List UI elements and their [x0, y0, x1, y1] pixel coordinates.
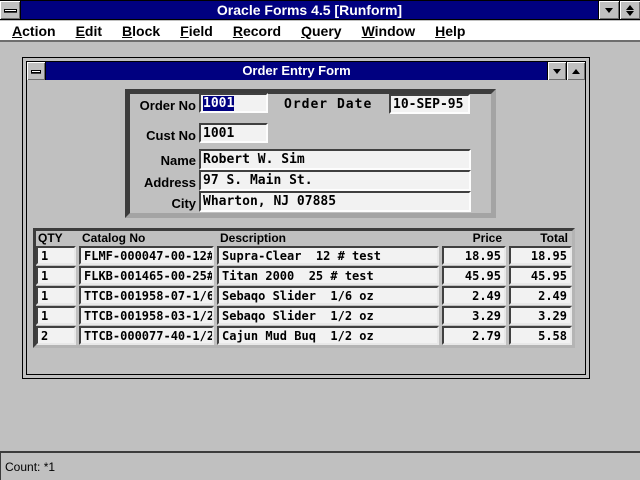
total-cell[interactable]: 3.29: [509, 306, 572, 325]
maximize-icon: [572, 69, 580, 74]
restore-up-icon: [626, 5, 634, 10]
city-field[interactable]: Wharton, NJ 07885: [199, 191, 471, 212]
menu-edit[interactable]: Edit: [66, 23, 112, 39]
name-value: Robert W. Sim: [203, 152, 305, 167]
app-titlebar[interactable]: Oracle Forms 4.5 [Runform]: [0, 1, 640, 20]
table-header-row: QTY Catalog No Description Price Total: [36, 231, 572, 245]
description-cell[interactable]: Titan 2000 25 # test: [217, 266, 439, 285]
restore-down-icon: [626, 11, 634, 16]
app-minimize-button[interactable]: [598, 1, 619, 19]
description-cell[interactable]: Sebaqo Slider 1/6 oz: [217, 286, 439, 305]
window-minimize-button[interactable]: [547, 62, 566, 80]
price-cell[interactable]: 3.29: [442, 306, 506, 325]
catalog-cell[interactable]: TTCB-001958-07-1/6: [79, 286, 214, 305]
application-window: Oracle Forms 4.5 [Runform] Action Edit B…: [0, 0, 640, 480]
menu-bar: Action Edit Block Field Record Query Win…: [0, 21, 640, 42]
cust-no-label: Cust No: [127, 128, 196, 143]
qty-cell[interactable]: 1: [36, 286, 76, 305]
table-row: 2 TTCB-000077-40-1/2 Cajun Mud Buq 1/2 o…: [36, 326, 572, 345]
total-cell[interactable]: 18.95: [509, 246, 572, 265]
catalog-cell[interactable]: TTCB-001958-03-1/2: [79, 306, 214, 325]
catalog-cell[interactable]: FLKB-001465-00-25#: [79, 266, 214, 285]
window-maximize-button[interactable]: [566, 62, 585, 80]
minimize-icon: [605, 8, 613, 13]
order-date-label: Order Date: [284, 97, 372, 112]
price-cell[interactable]: 2.49: [442, 286, 506, 305]
app-control-menu-button[interactable]: [0, 1, 21, 19]
qty-header: QTY: [36, 231, 76, 245]
qty-cell[interactable]: 2: [36, 326, 76, 345]
menu-block[interactable]: Block: [112, 23, 170, 39]
qty-cell[interactable]: 1: [36, 246, 76, 265]
cust-no-field[interactable]: 1001: [199, 123, 268, 143]
name-field[interactable]: Robert W. Sim: [199, 149, 471, 170]
status-bar: Count: *1: [0, 451, 640, 480]
order-entry-titlebar[interactable]: Order Entry Form: [27, 62, 585, 80]
address-value: 97 S. Main St.: [203, 173, 313, 188]
minimize-icon: [553, 69, 561, 74]
form-canvas: Order No 1001 Order Date 10-SEP-95 Cust …: [27, 80, 585, 374]
app-restore-button[interactable]: [619, 1, 640, 19]
order-no-label: Order No: [127, 98, 196, 113]
catalog-cell[interactable]: TTCB-000077-40-1/2: [79, 326, 214, 345]
catalog-header: Catalog No: [79, 231, 214, 245]
total-cell[interactable]: 2.49: [509, 286, 572, 305]
control-menu-icon: [4, 9, 17, 12]
table-row: 1 FLMF-000047-00-12# Supra-Clear 12 # te…: [36, 246, 572, 265]
window-title: Order Entry Form: [46, 62, 547, 80]
order-date-value: 10-SEP-95: [393, 97, 463, 112]
menu-window[interactable]: Window: [352, 23, 426, 39]
mdi-desktop: Order Entry Form Order No 1001 O: [0, 44, 640, 451]
app-title: Oracle Forms 4.5 [Runform]: [21, 1, 598, 19]
description-header: Description: [217, 231, 439, 245]
cust-no-value: 1001: [203, 126, 234, 141]
order-no-field[interactable]: 1001: [199, 93, 268, 113]
address-label: Address: [127, 175, 196, 190]
price-header: Price: [442, 231, 506, 245]
menu-field[interactable]: Field: [170, 23, 223, 39]
window-control-menu-button[interactable]: [27, 62, 46, 80]
record-count-status: Count: *1: [5, 460, 55, 474]
total-cell[interactable]: 45.95: [509, 266, 572, 285]
table-row: 1 FLKB-001465-00-25# Titan 2000 25 # tes…: [36, 266, 572, 285]
price-cell[interactable]: 2.79: [442, 326, 506, 345]
table-row: 1 TTCB-001958-03-1/2 Sebaqo Slider 1/2 o…: [36, 306, 572, 325]
price-cell[interactable]: 45.95: [442, 266, 506, 285]
menu-action[interactable]: Action: [2, 23, 66, 39]
order-date-field[interactable]: 10-SEP-95: [389, 94, 470, 114]
table-row: 1 TTCB-001958-07-1/6 Sebaqo Slider 1/6 o…: [36, 286, 572, 305]
city-value: Wharton, NJ 07885: [203, 194, 336, 209]
order-no-value: 1001: [203, 96, 234, 111]
catalog-cell[interactable]: FLMF-000047-00-12#: [79, 246, 214, 265]
address-field[interactable]: 97 S. Main St.: [199, 170, 471, 191]
qty-cell[interactable]: 1: [36, 266, 76, 285]
menu-query[interactable]: Query: [291, 23, 351, 39]
order-entry-window: Order Entry Form Order No 1001 O: [22, 57, 590, 379]
price-cell[interactable]: 18.95: [442, 246, 506, 265]
line-items-table: QTY Catalog No Description Price Total 1…: [33, 228, 575, 348]
qty-cell[interactable]: 1: [36, 306, 76, 325]
description-cell[interactable]: Cajun Mud Buq 1/2 oz: [217, 326, 439, 345]
menu-help[interactable]: Help: [425, 23, 475, 39]
city-label: City: [127, 196, 196, 211]
description-cell[interactable]: Sebaqo Slider 1/2 oz: [217, 306, 439, 325]
description-cell[interactable]: Supra-Clear 12 # test: [217, 246, 439, 265]
menu-record[interactable]: Record: [223, 23, 291, 39]
total-cell[interactable]: 5.58: [509, 326, 572, 345]
total-header: Total: [509, 231, 572, 245]
name-label: Name: [127, 153, 196, 168]
control-menu-icon: [31, 70, 41, 73]
